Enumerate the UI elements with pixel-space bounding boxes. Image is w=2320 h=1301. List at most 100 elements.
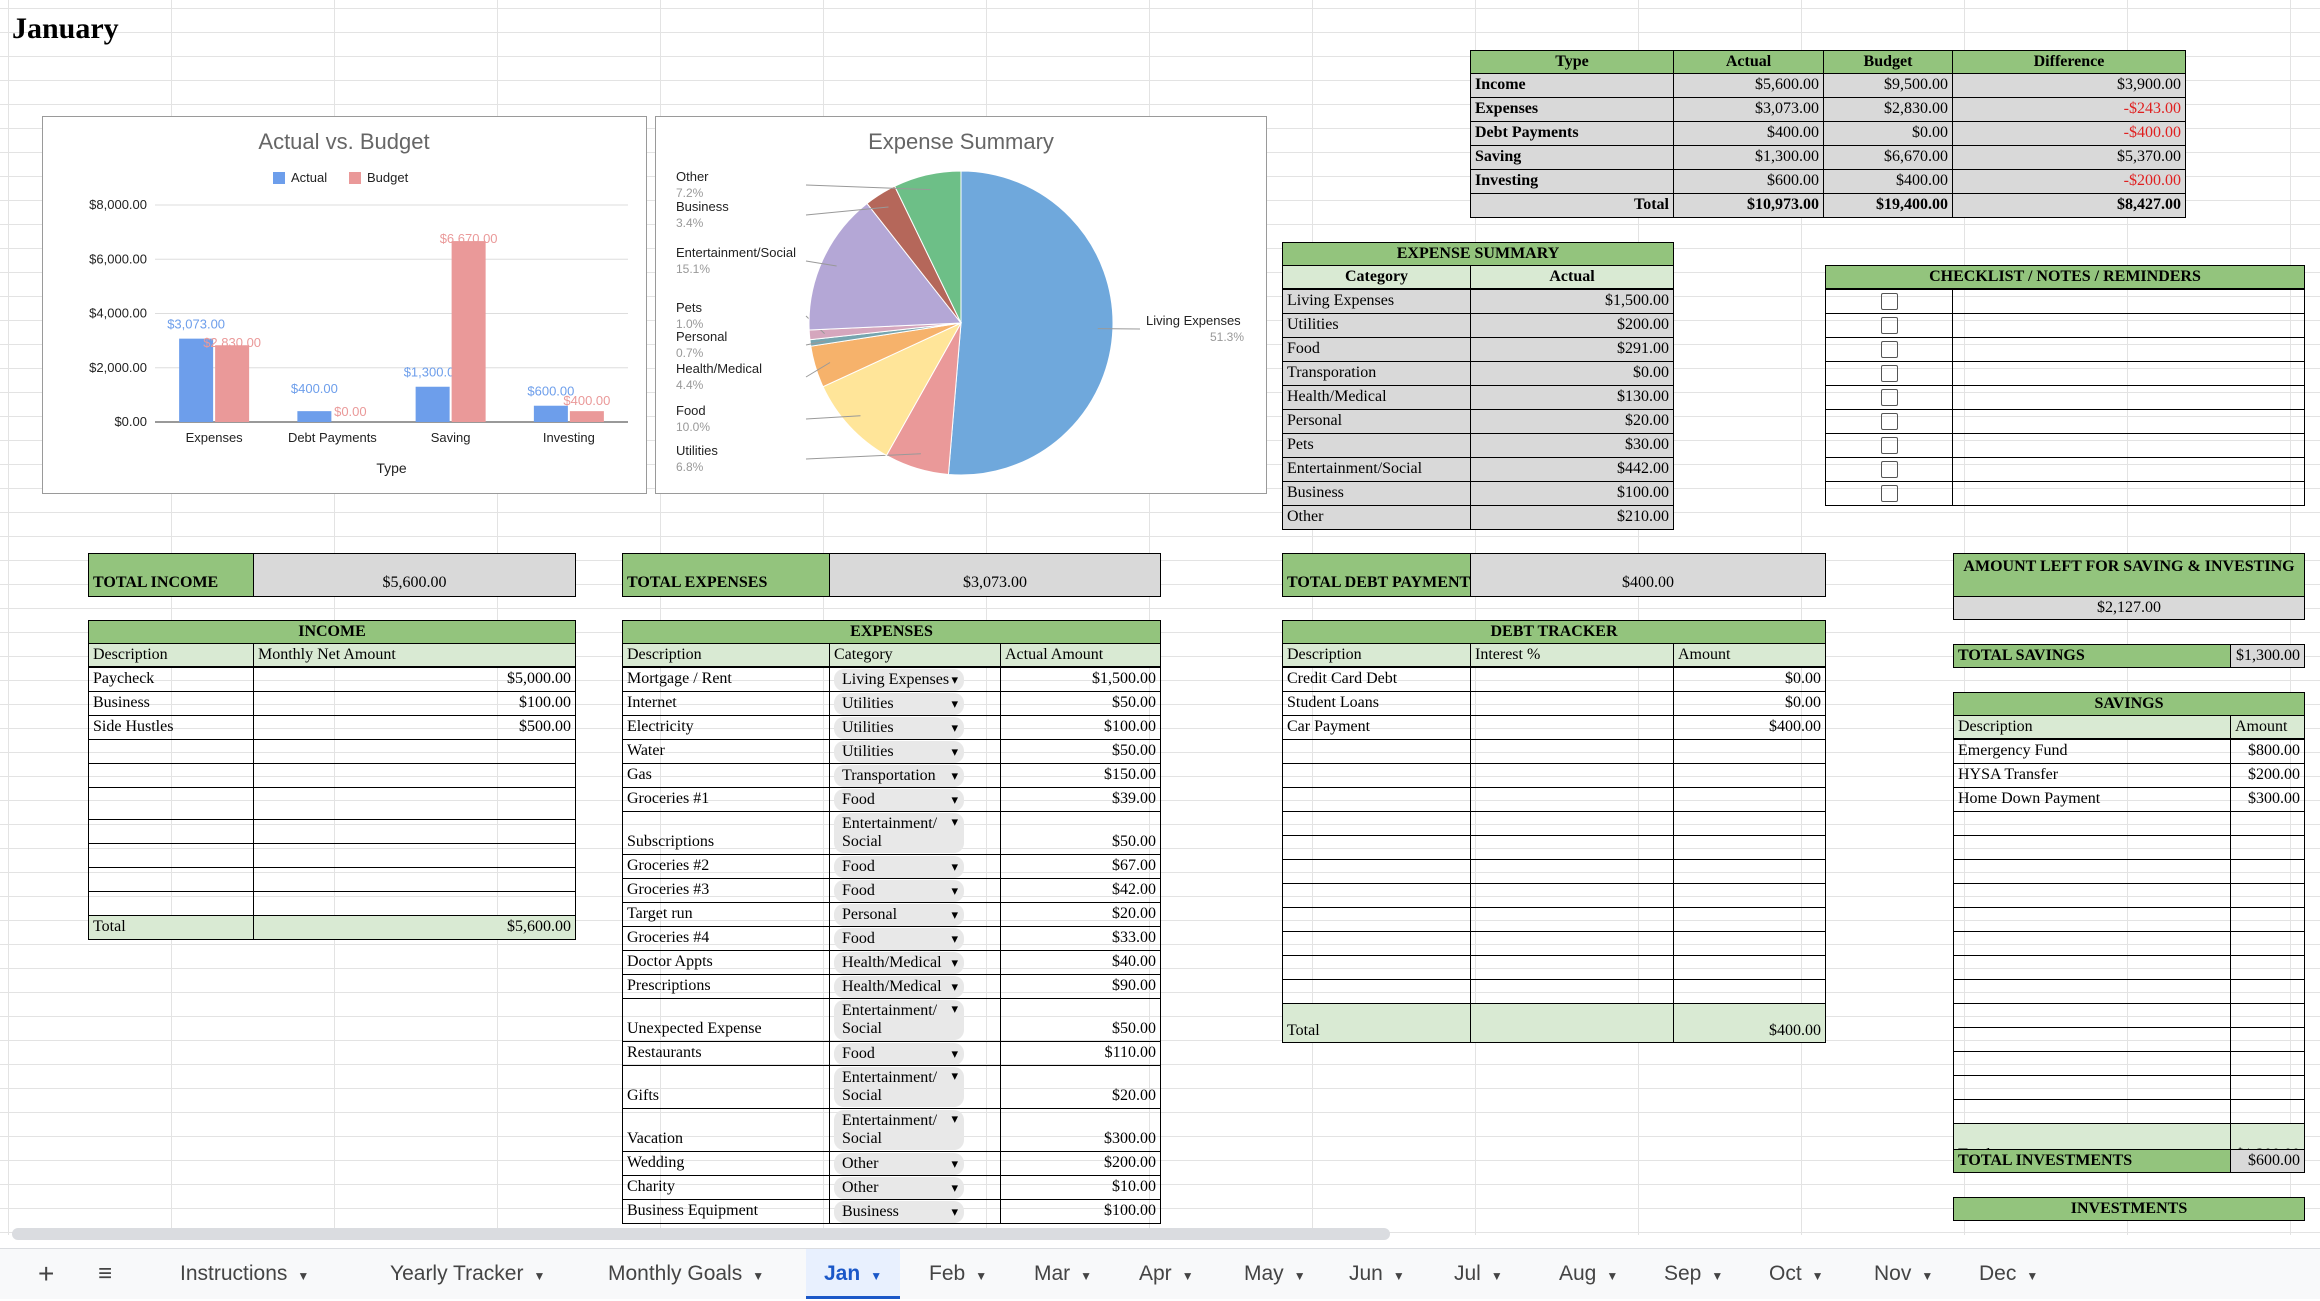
category-chip[interactable]: Food [834,928,964,950]
tab-mar[interactable]: Mar▼ [1016,1249,1110,1299]
tab-dropdown-icon[interactable]: ▼ [752,1269,764,1283]
income-amount-cell[interactable] [253,763,576,788]
expense-description-cell[interactable]: Doctor Appts [622,950,830,975]
expense-amount-cell[interactable]: $110.00 [1000,1041,1161,1066]
expense-description-cell[interactable]: Restaurants [622,1041,830,1066]
debt-amount-cell[interactable] [1673,931,1826,956]
expense-description-cell[interactable]: Gas [622,763,830,788]
expense-amount-cell[interactable]: $90.00 [1000,974,1161,999]
expense-category-dropdown[interactable]: Business [829,1199,1001,1224]
expense-amount-cell[interactable]: $1,500.00 [1000,667,1161,692]
debt-description-cell[interactable] [1282,835,1471,860]
savings-amount-cell[interactable] [2230,859,2305,884]
tab-jan[interactable]: Jan▼ [806,1249,900,1299]
savings-description-cell[interactable] [1953,859,2231,884]
expense-description-cell[interactable]: Mortgage / Rent [622,667,830,692]
tab-dropdown-icon[interactable]: ▼ [975,1269,987,1283]
expense-category-dropdown[interactable]: Entertainment/ Social [829,811,1001,855]
debt-interest-cell[interactable] [1470,787,1674,812]
debt-description-cell[interactable] [1282,931,1471,956]
debt-description-cell[interactable] [1282,811,1471,836]
expense-amount-cell[interactable]: $150.00 [1000,763,1161,788]
expense-amount-cell[interactable]: $100.00 [1000,715,1161,740]
tab-yearly-tracker[interactable]: Yearly Tracker▼ [372,1249,563,1299]
savings-amount-cell[interactable] [2230,979,2305,1004]
expense-category-dropdown[interactable]: Health/Medical [829,974,1001,999]
expense-amount-cell[interactable]: $42.00 [1000,878,1161,903]
tab-dropdown-icon[interactable]: ▼ [2026,1269,2038,1283]
tab-apr[interactable]: Apr▼ [1121,1249,1212,1299]
expense-amount-cell[interactable]: $10.00 [1000,1175,1161,1200]
expense-category-dropdown[interactable]: Utilities [829,715,1001,740]
category-chip[interactable]: Utilities [834,717,964,739]
tab-jul[interactable]: Jul▼ [1436,1249,1521,1299]
savings-amount-cell[interactable] [2230,955,2305,980]
income-amount-cell[interactable] [253,787,576,820]
savings-description-cell[interactable]: Home Down Payment [1953,787,2231,812]
expense-description-cell[interactable]: Gifts [622,1065,830,1109]
tab-jun[interactable]: Jun▼ [1331,1249,1423,1299]
checklist-checkbox-cell[interactable] [1825,409,1953,434]
savings-amount-cell[interactable]: $300.00 [2230,787,2305,812]
checklist-note-cell[interactable] [1952,409,2305,434]
savings-description-cell[interactable]: HYSA Transfer [1953,763,2231,788]
category-chip[interactable]: Entertainment/ Social [834,1110,964,1150]
debt-amount-cell[interactable] [1673,739,1826,764]
tab-dropdown-icon[interactable]: ▼ [1921,1269,1933,1283]
debt-interest-cell[interactable] [1470,931,1674,956]
tab-monthly-goals[interactable]: Monthly Goals▼ [590,1249,782,1299]
tab-aug[interactable]: Aug▼ [1541,1249,1636,1299]
category-chip[interactable]: Living Expenses [834,669,964,691]
expense-category-dropdown[interactable]: Entertainment/ Social [829,998,1001,1042]
checkbox[interactable] [1881,485,1898,502]
debt-description-cell[interactable] [1282,883,1471,908]
checkbox[interactable] [1881,293,1898,310]
debt-description-cell[interactable] [1282,739,1471,764]
checklist-note-cell[interactable] [1952,385,2305,410]
category-chip[interactable]: Food [834,856,964,878]
expense-category-dropdown[interactable]: Living Expenses [829,667,1001,692]
tab-dropdown-icon[interactable]: ▼ [533,1269,545,1283]
checklist-checkbox-cell[interactable] [1825,313,1953,338]
add-sheet-icon[interactable]: + [38,1249,54,1299]
savings-description-cell[interactable] [1953,883,2231,908]
checkbox[interactable] [1881,413,1898,430]
debt-amount-cell[interactable] [1673,763,1826,788]
debt-description-cell[interactable] [1282,979,1471,1004]
expense-category-dropdown[interactable]: Health/Medical [829,950,1001,975]
savings-amount-cell[interactable] [2230,835,2305,860]
expense-category-dropdown[interactable]: Food [829,854,1001,879]
expense-description-cell[interactable]: Electricity [622,715,830,740]
expense-amount-cell[interactable]: $39.00 [1000,787,1161,812]
income-description-cell[interactable] [88,763,254,788]
expense-category-dropdown[interactable]: Entertainment/ Social [829,1108,1001,1152]
expense-description-cell[interactable]: Charity [622,1175,830,1200]
savings-description-cell[interactable] [1953,1075,2231,1100]
savings-amount-cell[interactable] [2230,1003,2305,1028]
savings-amount-cell[interactable]: $200.00 [2230,763,2305,788]
expense-category-dropdown[interactable]: Food [829,926,1001,951]
checklist-note-cell[interactable] [1952,337,2305,362]
income-description-cell[interactable] [88,891,254,916]
expense-category-dropdown[interactable]: Food [829,1041,1001,1066]
debt-amount-cell[interactable] [1673,835,1826,860]
category-chip[interactable]: Food [834,1043,964,1065]
expense-description-cell[interactable]: Subscriptions [622,811,830,855]
savings-description-cell[interactable] [1953,835,2231,860]
checklist-note-cell[interactable] [1952,289,2305,314]
debt-amount-cell[interactable]: $0.00 [1673,667,1826,692]
tab-dropdown-icon[interactable]: ▼ [1080,1269,1092,1283]
income-amount-cell[interactable]: $500.00 [253,715,576,740]
checkbox[interactable] [1881,437,1898,454]
income-description-cell[interactable] [88,819,254,844]
debt-amount-cell[interactable] [1673,979,1826,1004]
expense-category-dropdown[interactable]: Food [829,878,1001,903]
tab-may[interactable]: May▼ [1226,1249,1324,1299]
debt-amount-cell[interactable]: $400.00 [1673,715,1826,740]
category-chip[interactable]: Other [834,1153,964,1175]
savings-amount-cell[interactable] [2230,811,2305,836]
expense-amount-cell[interactable]: $50.00 [1000,811,1161,855]
checklist-checkbox-cell[interactable] [1825,289,1953,314]
income-amount-cell[interactable] [253,819,576,844]
debt-amount-cell[interactable] [1673,787,1826,812]
